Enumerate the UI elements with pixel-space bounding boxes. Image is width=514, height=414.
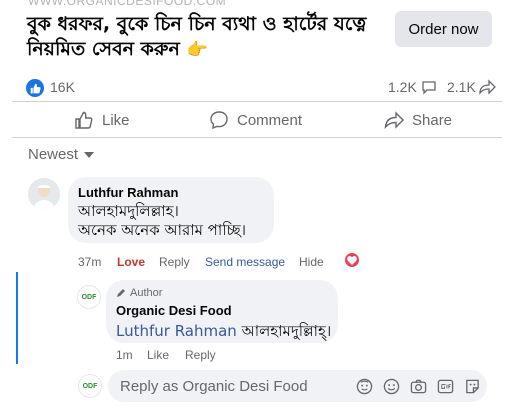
reply-composer: ODF Reply as Organic Desi Food [0, 368, 514, 404]
heart-icon [347, 255, 357, 265]
comment-line: অনেক অনেক আরাম পাচ্ছি। [78, 221, 247, 239]
mention-link[interactable]: Luthfur Rahman [116, 322, 237, 340]
like-reaction-icon[interactable] [26, 79, 44, 97]
author-badge: Author [116, 287, 162, 299]
like-button-label: Like [102, 111, 130, 129]
share-icon [384, 111, 404, 130]
gif-icon[interactable] [436, 377, 454, 395]
pointing-hand-emoji: 👉 [186, 40, 208, 60]
comment-icon [210, 111, 228, 130]
caret-down-icon [84, 151, 95, 158]
like-button[interactable]: Like [74, 103, 130, 137]
pen-icon [117, 289, 125, 297]
comment-button-label: Comment [237, 111, 303, 129]
share-arrow-icon [479, 79, 496, 95]
reply-author[interactable]: Organic Desi Food [116, 303, 232, 318]
comment-line: আলহামদুলিল্লাহ। [78, 202, 179, 220]
camera-icon[interactable] [409, 377, 427, 395]
page-avatar[interactable]: ODF [77, 285, 101, 309]
thumbs-up-icon [75, 111, 93, 129]
reply-text-body: আলহামদুল্লিাহ্। [241, 322, 332, 340]
reply-time[interactable]: 1m [116, 348, 133, 362]
commenter-avatar[interactable] [28, 178, 60, 210]
person-avatar-icon [28, 178, 60, 210]
ad-headline[interactable]: বুক ধরফর, বুকে চিন চিন ব্যথা ও হার্টের য… [27, 12, 382, 63]
composer-avatar: ODF [78, 374, 102, 398]
comment-bubble-icon [422, 81, 436, 95]
emoji-icon[interactable] [382, 377, 400, 395]
odf-logo-icon: ODF [81, 293, 97, 301]
odf-logo-icon: ODF [82, 382, 98, 390]
reply-text: Luthfur Rahman আলহামদুল্লিাহ্। [116, 320, 331, 345]
send-message-link[interactable]: Send message [205, 255, 285, 269]
avatar-sticker-icon[interactable] [355, 377, 373, 395]
reply-like-link[interactable]: Like [147, 348, 169, 362]
reply-input[interactable]: Reply as Organic Desi Food [108, 370, 487, 402]
sort-label: Newest [28, 146, 79, 163]
stats-divider [12, 101, 502, 102]
comment-button[interactable]: Comment [209, 103, 302, 137]
share-count[interactable]: 2.1K [447, 79, 476, 95]
ad-url[interactable]: WWW.ORGANICDESIFOOD.COM [28, 0, 226, 8]
love-link[interactable]: Love [117, 255, 145, 269]
comment-count[interactable]: 1.2K [388, 79, 417, 95]
ad-header: WWW.ORGANICDESIFOOD.COM বুক ধরফর, বুকে চ… [0, 0, 514, 70]
hide-link[interactable]: Hide [299, 255, 324, 269]
composer-tools [355, 377, 481, 395]
order-now-button[interactable]: Order now [395, 11, 492, 47]
reply-reply-link[interactable]: Reply [185, 348, 216, 362]
share-button[interactable]: Share [384, 103, 452, 137]
actions-divider [12, 137, 502, 138]
comment-time[interactable]: 37m [78, 255, 101, 269]
like-count[interactable]: 16K [50, 79, 75, 95]
reply-link[interactable]: Reply [159, 255, 190, 269]
sticker-icon[interactable] [463, 377, 481, 395]
comment-sort-dropdown[interactable]: Newest [28, 146, 95, 163]
comment-text: আলহামদুলিল্লাহ। অনেক অনেক আরাম পাচ্ছি। [78, 202, 246, 240]
reply-input-placeholder: Reply as Organic Desi Food [120, 378, 308, 395]
love-reaction-icon[interactable] [343, 251, 361, 269]
author-badge-label: Author [130, 287, 163, 299]
comment-author[interactable]: Luthfur Rahman [78, 185, 178, 200]
reply-bubble: Author Organic Desi Food Luthfur Rahman … [106, 280, 338, 343]
post-actions: Like Comment Share [0, 103, 514, 137]
comment-bubble: Luthfur Rahman আলহামদুলিল্লাহ। অনেক অনেক… [68, 177, 274, 243]
reply-thread-line [16, 272, 18, 364]
share-button-label: Share [412, 111, 453, 129]
